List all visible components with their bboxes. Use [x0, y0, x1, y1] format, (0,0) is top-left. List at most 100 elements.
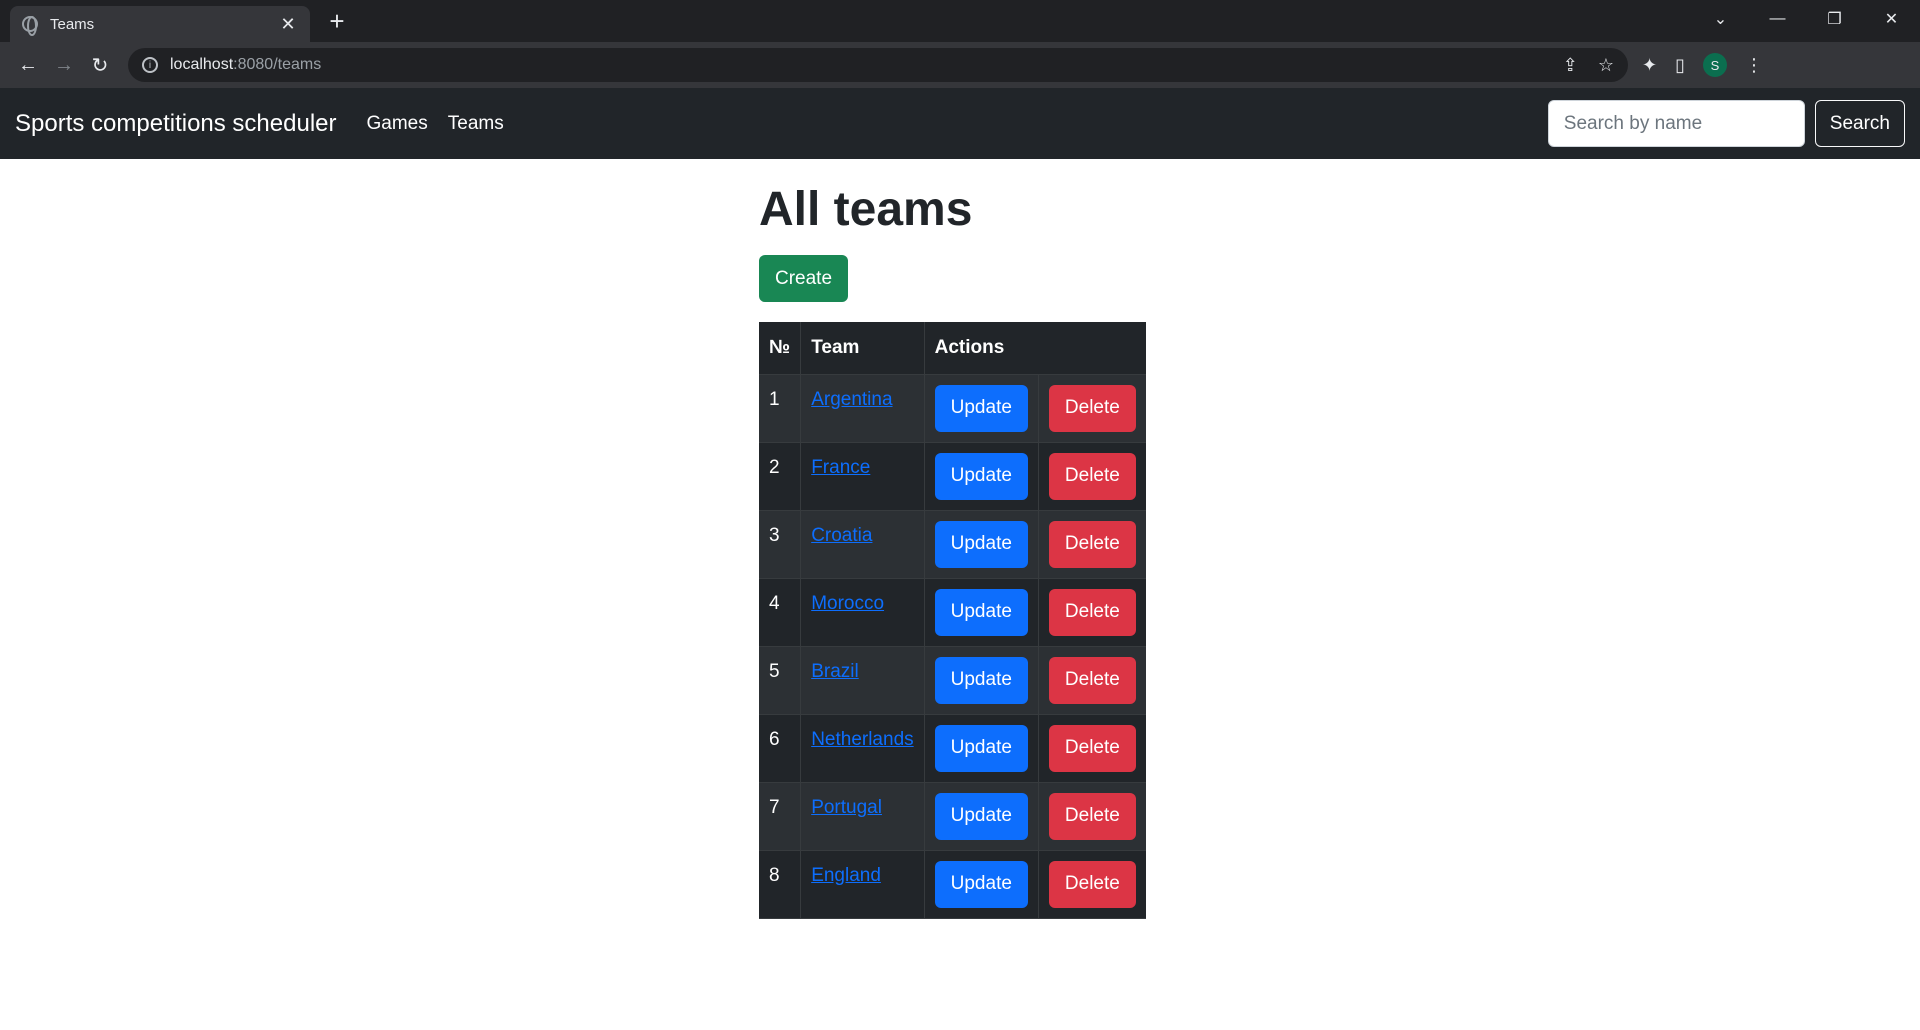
browser-tabstrip: Teams ✕ + ⌄ — ❐ ✕	[0, 0, 1920, 42]
profile-avatar[interactable]: S	[1703, 53, 1727, 77]
delete-cell: Delete	[1037, 374, 1146, 443]
row-number: 1	[759, 374, 801, 443]
table-row: 7 Portugal Update Delete	[759, 782, 1146, 851]
team-link[interactable]: Netherlands	[811, 729, 913, 750]
team-cell: Croatia	[800, 510, 925, 579]
team-cell: Netherlands	[800, 714, 925, 783]
minimize-icon[interactable]: —	[1749, 0, 1806, 38]
restore-icon[interactable]: ❐	[1806, 0, 1863, 38]
menu-kebab-icon[interactable]: ⋮	[1745, 55, 1763, 76]
delete-cell: Delete	[1037, 510, 1146, 579]
delete-button[interactable]: Delete	[1048, 384, 1136, 432]
window-controls: ⌄ — ❐ ✕	[1692, 0, 1920, 38]
tab-search-icon[interactable]: ⌄	[1692, 0, 1749, 38]
row-number: 4	[759, 578, 801, 647]
update-button[interactable]: Update	[934, 520, 1028, 568]
delete-button[interactable]: Delete	[1048, 860, 1136, 908]
team-link[interactable]: England	[811, 865, 881, 886]
window-close-icon[interactable]: ✕	[1863, 0, 1920, 38]
update-button[interactable]: Update	[934, 724, 1028, 772]
update-button[interactable]: Update	[934, 860, 1028, 908]
delete-button[interactable]: Delete	[1048, 792, 1136, 840]
table-row: 3 Croatia Update Delete	[759, 510, 1146, 579]
delete-cell: Delete	[1037, 442, 1146, 511]
table-row: 6 Netherlands Update Delete	[759, 714, 1146, 783]
reload-icon[interactable]: ↻	[82, 47, 118, 83]
team-link[interactable]: Brazil	[811, 661, 859, 682]
new-tab-icon[interactable]: +	[326, 8, 348, 34]
delete-button[interactable]: Delete	[1048, 656, 1136, 704]
update-button[interactable]: Update	[934, 588, 1028, 636]
bookmark-star-icon[interactable]: ☆	[1598, 55, 1614, 76]
team-cell: Argentina	[800, 374, 925, 443]
table-row: 8 England Update Delete	[759, 850, 1146, 919]
update-cell: Update	[923, 442, 1039, 511]
delete-button[interactable]: Delete	[1048, 452, 1136, 500]
row-number: 2	[759, 442, 801, 511]
team-link[interactable]: Croatia	[811, 525, 872, 546]
globe-icon	[22, 16, 38, 36]
team-cell: England	[800, 850, 925, 919]
column-header-team: Team	[800, 322, 925, 375]
close-tab-icon[interactable]: ✕	[278, 14, 298, 35]
search-input[interactable]	[1547, 100, 1805, 147]
delete-cell: Delete	[1037, 714, 1146, 783]
site-info-icon[interactable]: i	[142, 57, 158, 73]
brand-link[interactable]: Sports competitions scheduler	[15, 110, 337, 138]
delete-cell: Delete	[1037, 850, 1146, 919]
delete-cell: Delete	[1037, 646, 1146, 715]
row-number: 6	[759, 714, 801, 783]
delete-cell: Delete	[1037, 782, 1146, 851]
main-content: All teams Create № Team Actions 1 Argenti…	[759, 178, 1146, 919]
back-icon[interactable]: ←	[10, 47, 46, 83]
row-number: 5	[759, 646, 801, 715]
column-header-number: №	[759, 322, 801, 375]
tab-title: Teams	[50, 15, 95, 33]
update-cell: Update	[923, 714, 1039, 783]
delete-cell: Delete	[1037, 578, 1146, 647]
delete-button[interactable]: Delete	[1048, 588, 1136, 636]
table-row: 2 France Update Delete	[759, 442, 1146, 511]
update-button[interactable]: Update	[934, 384, 1028, 432]
delete-button[interactable]: Delete	[1048, 724, 1136, 772]
address-bar[interactable]: i localhost:8080/teams ⇪ ☆	[128, 48, 1628, 82]
update-cell: Update	[923, 578, 1039, 647]
url-path: :8080/teams	[233, 56, 322, 73]
row-number: 7	[759, 782, 801, 851]
browser-tab[interactable]: Teams ✕	[10, 6, 310, 42]
team-cell: France	[800, 442, 925, 511]
table-row: 4 Morocco Update Delete	[759, 578, 1146, 647]
nav-link-games[interactable]: Games	[367, 113, 428, 135]
team-link[interactable]: Portugal	[811, 797, 882, 818]
team-link[interactable]: Argentina	[811, 389, 892, 410]
update-button[interactable]: Update	[934, 452, 1028, 500]
column-header-actions: Actions	[923, 322, 1146, 375]
create-button[interactable]: Create	[759, 255, 849, 302]
app-navbar: Sports competitions scheduler Games Team…	[0, 88, 1920, 159]
update-button[interactable]: Update	[934, 792, 1028, 840]
update-cell: Update	[923, 646, 1039, 715]
team-link[interactable]: Morocco	[811, 593, 884, 614]
url-host: localhost	[170, 56, 234, 73]
forward-icon[interactable]: →	[46, 47, 82, 83]
table-row: 5 Brazil Update Delete	[759, 646, 1146, 715]
side-panel-icon[interactable]: ▯	[1675, 55, 1685, 76]
extensions-icon[interactable]: ✦	[1642, 55, 1657, 76]
teams-table: № Team Actions 1 Argentina Update Delete 2 Fr…	[759, 322, 1146, 919]
team-link[interactable]: France	[811, 457, 870, 478]
update-cell: Update	[923, 850, 1039, 919]
search-button[interactable]: Search	[1814, 100, 1905, 147]
row-number: 8	[759, 850, 801, 919]
delete-button[interactable]: Delete	[1048, 520, 1136, 568]
table-row: 1 Argentina Update Delete	[759, 374, 1146, 443]
team-cell: Brazil	[800, 646, 925, 715]
update-cell: Update	[923, 374, 1039, 443]
update-button[interactable]: Update	[934, 656, 1028, 704]
table-header-row: № Team Actions	[759, 322, 1146, 375]
page-title: All teams	[759, 183, 973, 236]
row-number: 3	[759, 510, 801, 579]
browser-toolbar: ← → ↻ i localhost:8080/teams ⇪ ☆ ✦ ▯ S ⋮	[0, 42, 1920, 88]
team-cell: Morocco	[800, 578, 925, 647]
nav-link-teams[interactable]: Teams	[448, 113, 504, 135]
share-icon[interactable]: ⇪	[1563, 55, 1578, 76]
